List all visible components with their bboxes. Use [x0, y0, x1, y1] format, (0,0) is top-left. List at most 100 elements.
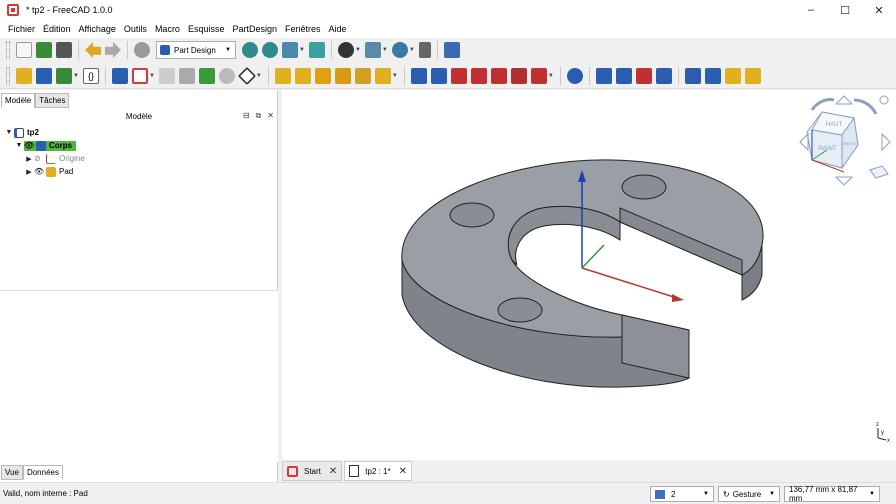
- menu-edition[interactable]: Édition: [39, 24, 75, 34]
- fillet-icon[interactable]: [595, 67, 612, 84]
- eye-icon[interactable]: 👁: [34, 167, 44, 176]
- menu-affichage[interactable]: Affichage: [75, 24, 120, 34]
- subtractive-helix-icon[interactable]: [510, 67, 527, 84]
- minimize-button[interactable]: –: [794, 0, 828, 20]
- link-icon[interactable]: [56, 67, 72, 84]
- thickness-icon[interactable]: [655, 67, 672, 84]
- validate-sketch-icon[interactable]: [158, 67, 175, 84]
- expand-arrow-icon[interactable]: ▶: [24, 168, 34, 176]
- draw-style-icon[interactable]: [337, 42, 354, 58]
- hole-1[interactable]: [449, 202, 495, 228]
- workbench-selector[interactable]: Part Design ▼: [156, 41, 236, 59]
- subtractive-loft-icon[interactable]: [470, 67, 487, 84]
- navcube-mini-cube-icon[interactable]: [869, 165, 889, 179]
- menu-fenetres[interactable]: Fenêtres: [281, 24, 325, 34]
- open-document-icon[interactable]: [36, 42, 52, 58]
- multi-transform-icon[interactable]: [744, 67, 761, 84]
- tab-donnees[interactable]: Données: [22, 465, 63, 480]
- groove-icon[interactable]: [450, 67, 467, 84]
- eye-hidden-icon[interactable]: ⊘: [34, 154, 44, 163]
- navcube-left-arrow-icon[interactable]: [799, 132, 809, 152]
- close-button[interactable]: ✕: [862, 0, 896, 20]
- toolbar-handle[interactable]: [6, 41, 10, 59]
- chamfer-icon[interactable]: [615, 67, 632, 84]
- navigation-style-selector[interactable]: ↻ Gesture ▼: [718, 486, 780, 502]
- navigation-cube[interactable]: HAUT AVANT DROITE: [799, 95, 891, 186]
- pocket-icon[interactable]: [410, 67, 427, 84]
- close-tab-icon[interactable]: ✕: [399, 466, 407, 477]
- toolbar-handle[interactable]: [6, 66, 10, 85]
- tab-taches[interactable]: Tâches: [35, 93, 70, 108]
- datum-plane-icon[interactable]: [237, 66, 256, 85]
- create-group-icon[interactable]: [36, 67, 52, 84]
- subtractive-pipe-icon[interactable]: [490, 67, 507, 84]
- pad-icon[interactable]: [274, 67, 291, 84]
- polar-pattern-icon[interactable]: [724, 67, 741, 84]
- additive-loft-icon[interactable]: [314, 67, 331, 84]
- fit-selection-icon[interactable]: [262, 42, 278, 58]
- whats-this-icon[interactable]: [443, 42, 460, 58]
- tab-vue[interactable]: Vue: [1, 465, 23, 480]
- expand-arrow-icon[interactable]: ▼: [4, 129, 14, 136]
- dimensions-selector[interactable]: 136,77 mm x 81,87 mm ▼: [784, 485, 880, 503]
- tree-item-body[interactable]: ▼ 👁 Corps: [4, 139, 85, 152]
- standard-views-icon[interactable]: [282, 42, 298, 58]
- maximize-button[interactable]: ☐: [828, 0, 862, 20]
- clone-icon[interactable]: [198, 67, 215, 84]
- additive-pipe-icon[interactable]: [334, 67, 351, 84]
- shape-binder-icon[interactable]: [178, 67, 195, 84]
- 3d-view[interactable]: HAUT AVANT DROITE z y x: [282, 90, 896, 460]
- navcube-rotate-left-icon[interactable]: [810, 98, 835, 111]
- save-icon[interactable]: [56, 42, 72, 58]
- 3d-scene[interactable]: HAUT AVANT DROITE z y x: [282, 90, 896, 460]
- navcube-right-arrow-icon[interactable]: [881, 132, 891, 152]
- tab-tp2[interactable]: tp2 : 1* ✕: [344, 461, 413, 481]
- tab-start[interactable]: Start ✕: [282, 461, 343, 481]
- fit-all-icon[interactable]: [242, 42, 258, 58]
- eye-icon[interactable]: 👁: [24, 141, 34, 150]
- create-sketch-icon[interactable]: [131, 67, 148, 84]
- additive-helix-icon[interactable]: [354, 67, 371, 84]
- close-panel-icon[interactable]: ✕: [267, 111, 274, 121]
- navcube-menu-icon[interactable]: [879, 95, 889, 105]
- redo-icon[interactable]: [105, 42, 121, 58]
- navcube-up-arrow-icon[interactable]: [834, 95, 854, 105]
- view-box-icon[interactable]: [364, 42, 381, 58]
- undo-icon[interactable]: [85, 42, 101, 58]
- stereo-icon[interactable]: [418, 42, 431, 58]
- expand-arrow-icon[interactable]: ▼: [14, 142, 24, 149]
- expand-arrow-icon[interactable]: ▶: [24, 155, 34, 163]
- additive-primitive-icon[interactable]: [374, 67, 391, 84]
- menu-esquisse[interactable]: Esquisse: [184, 24, 229, 34]
- refresh-icon[interactable]: [134, 42, 150, 58]
- selection-count-selector[interactable]: 2 ▼: [650, 486, 714, 502]
- menu-partdesign[interactable]: PartDesign: [228, 24, 281, 34]
- boolean-icon[interactable]: [566, 67, 583, 84]
- menu-macro[interactable]: Macro: [151, 24, 184, 34]
- navcube-down-arrow-icon[interactable]: [834, 176, 854, 186]
- create-body-icon[interactable]: [111, 67, 128, 84]
- float-icon[interactable]: ⧉: [256, 111, 262, 121]
- linear-pattern-icon[interactable]: [704, 67, 721, 84]
- datum-icon[interactable]: [218, 67, 235, 84]
- draft-icon[interactable]: [635, 67, 652, 84]
- hole-3[interactable]: [497, 297, 543, 323]
- tab-modele[interactable]: Modèle: [1, 93, 36, 108]
- mirrored-icon[interactable]: [684, 67, 701, 84]
- tree-item-origin[interactable]: ▶ ⊘ Origine: [4, 152, 85, 165]
- navcube-rotate-right-icon[interactable]: [853, 98, 878, 115]
- selected-body-row[interactable]: 👁 Corps: [24, 140, 77, 151]
- measure-icon[interactable]: [308, 42, 325, 58]
- tree-item-document[interactable]: ▼ tp2: [4, 126, 85, 139]
- new-document-icon[interactable]: [16, 42, 32, 58]
- menu-outils[interactable]: Outils: [120, 24, 151, 34]
- menu-aide[interactable]: Aide: [325, 24, 351, 34]
- variable-set-icon[interactable]: {}: [82, 67, 99, 84]
- zoom-icon[interactable]: [391, 42, 408, 58]
- tree-item-pad[interactable]: ▶ 👁 Pad: [4, 165, 85, 178]
- revolution-icon[interactable]: [294, 67, 311, 84]
- subtractive-primitive-icon[interactable]: [530, 67, 547, 84]
- collapse-icon[interactable]: ⊟: [243, 111, 250, 121]
- hole-icon[interactable]: [430, 67, 447, 84]
- create-part-icon[interactable]: [16, 67, 32, 84]
